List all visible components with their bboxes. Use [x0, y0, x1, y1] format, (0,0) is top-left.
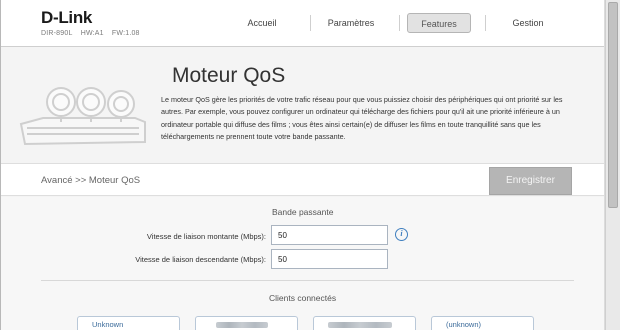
nav-divider [310, 15, 311, 31]
client-card[interactable]: (unknown) [431, 316, 534, 330]
client-name: (unknown) [446, 320, 482, 329]
firmware-version: FW:1.08 [111, 30, 140, 37]
info-icon[interactable]: i [395, 228, 408, 241]
qos-settings: Bande passante Vitesse de liaison montan… [1, 197, 604, 330]
redacted-client-name [216, 322, 268, 328]
client-card[interactable]: Unknown [77, 316, 180, 330]
download-speed-input[interactable] [271, 249, 388, 269]
nav-features[interactable]: Features [407, 13, 471, 33]
nav-divider [399, 15, 400, 31]
router-admin-page: D-Link DIR-890L HW:A1 FW:1.08 Accueil Pa… [0, 0, 604, 330]
nav-parametres[interactable]: Paramètres [319, 13, 383, 33]
save-button[interactable]: Enregistrer [489, 167, 572, 195]
model-label: DIR-890L [41, 30, 73, 37]
nav-divider [485, 15, 486, 31]
device-info: DIR-890L HW:A1 FW:1.08 [41, 30, 146, 37]
page-description: Le moteur QoS gère les priorités de votr… [161, 95, 563, 141]
hardware-version: HW:A1 [80, 30, 104, 37]
breadcrumb: Avancé >> Moteur QoS [41, 175, 141, 186]
qos-dials-illustration-icon [19, 87, 146, 146]
scrollbar-thumb[interactable] [608, 2, 618, 208]
page-title: Moteur QoS [172, 64, 286, 87]
upload-speed-input[interactable] [271, 225, 388, 245]
client-card[interactable] [195, 316, 298, 330]
upload-speed-label: Vitesse de liaison montante (Mbps): [146, 232, 266, 241]
client-card[interactable] [313, 316, 416, 330]
feature-hero: Moteur QoS Le moteur QoS gère les priori… [1, 48, 604, 163]
breadcrumb-bar: Avancé >> Moteur QoS Enregistrer [1, 163, 604, 196]
dlink-logo: D-Link [41, 8, 93, 27]
header: D-Link DIR-890L HW:A1 FW:1.08 Accueil Pa… [1, 0, 604, 47]
page-scrollbar[interactable] [605, 0, 620, 330]
section-divider [41, 280, 574, 281]
download-speed-label: Vitesse de liaison descendante (Mbps): [135, 255, 266, 264]
nav-accueil[interactable]: Accueil [233, 13, 291, 33]
redacted-client-name [328, 322, 392, 328]
client-name: Unknown [92, 320, 124, 329]
bandwidth-section-title: Bande passante [272, 207, 334, 217]
brand: D-Link DIR-890L HW:A1 FW:1.08 [41, 8, 146, 37]
nav-gestion[interactable]: Gestion [498, 13, 558, 33]
clients-section-title: Clients connectés [269, 293, 337, 303]
